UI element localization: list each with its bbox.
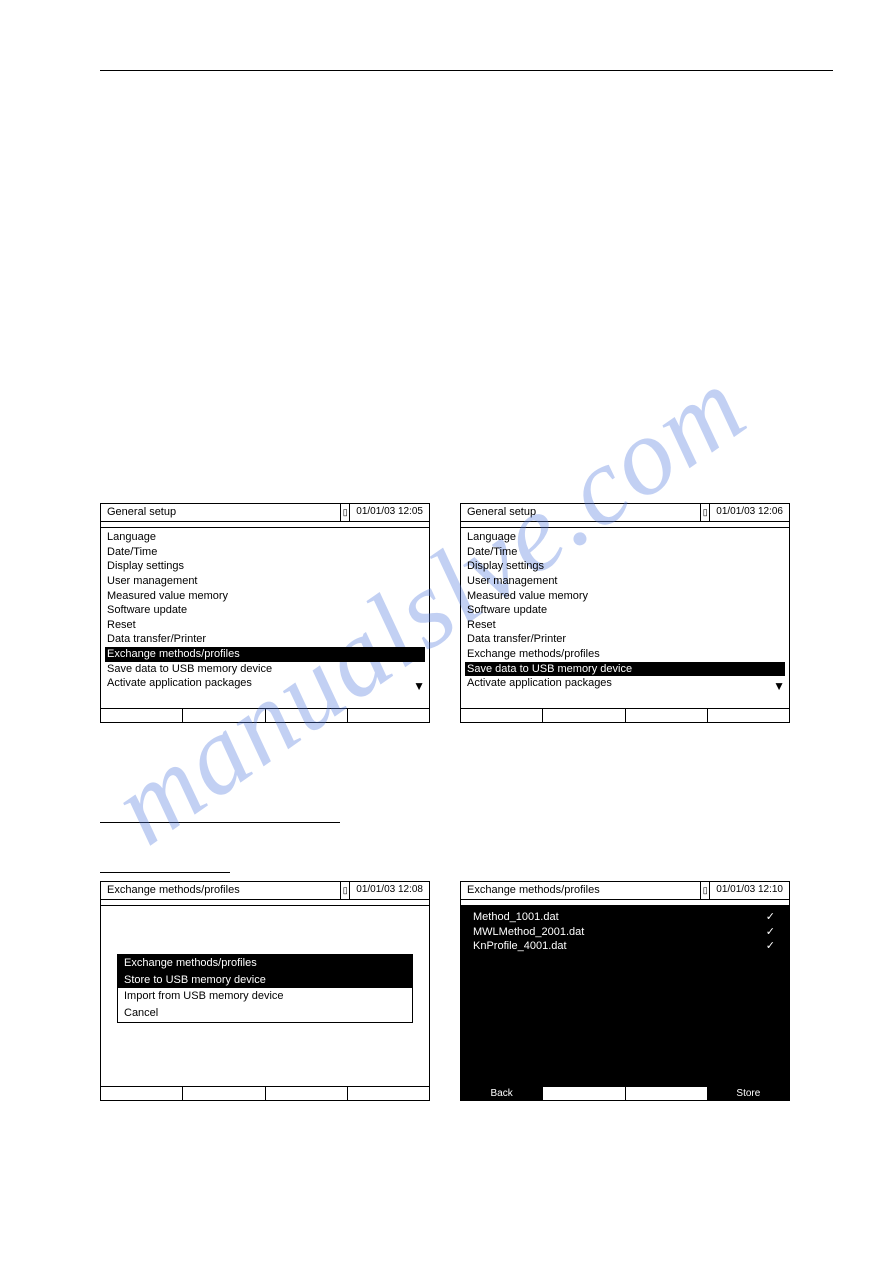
softkey[interactable]	[266, 709, 348, 722]
screen-title: Exchange methods/profiles	[461, 882, 700, 899]
softkey-back[interactable]: Back	[461, 1087, 543, 1100]
screen-title: Exchange methods/profiles	[101, 882, 340, 899]
softkey-bar: Back Store	[461, 1086, 789, 1100]
check-icon: ✓	[766, 940, 777, 953]
screen-datetime: 01/01/03 12:08	[350, 882, 429, 899]
popup-item-selected[interactable]: Store to USB memory device	[118, 972, 412, 989]
menu-item[interactable]: User management	[107, 574, 423, 589]
popup-dialog: Exchange methods/profiles Store to USB m…	[117, 954, 413, 1023]
softkey[interactable]	[348, 709, 429, 722]
file-name: KnProfile_4001.dat	[473, 940, 567, 953]
menu-item[interactable]: Date/Time	[467, 545, 783, 560]
softkey-store[interactable]: Store	[708, 1087, 789, 1100]
header-indicator: ▯	[700, 882, 710, 899]
file-name: Method_1001.dat	[473, 911, 559, 924]
popup-item[interactable]: Import from USB memory device	[118, 988, 412, 1005]
screen-datetime: 01/01/03 12:05	[350, 504, 429, 521]
scroll-down-icon: ▼	[773, 680, 785, 694]
softkey[interactable]	[626, 1087, 708, 1100]
top-divider	[100, 70, 833, 71]
softkey[interactable]	[183, 1087, 265, 1100]
softkey[interactable]	[461, 709, 543, 722]
softkey[interactable]	[543, 709, 625, 722]
screen-datetime: 01/01/03 12:06	[710, 504, 789, 521]
softkey-bar	[101, 708, 429, 722]
menu-item[interactable]: Software update	[107, 603, 423, 618]
screen-exchange-popup: Exchange methods/profiles ▯ 01/01/03 12:…	[100, 881, 430, 1101]
menu-item[interactable]: Exchange methods/profiles	[467, 647, 783, 662]
menu-item[interactable]: Reset	[107, 618, 423, 633]
softkey-bar	[101, 1086, 429, 1100]
softkey[interactable]	[266, 1087, 348, 1100]
header-indicator: ▯	[340, 882, 350, 899]
section-underline	[100, 803, 340, 823]
file-row[interactable]: KnProfile_4001.dat ✓	[473, 939, 777, 954]
file-row[interactable]: MWLMethod_2001.dat ✓	[473, 925, 777, 940]
screen-datetime: 01/01/03 12:10	[710, 882, 789, 899]
menu-item[interactable]: Display settings	[467, 559, 783, 574]
check-icon: ✓	[766, 911, 777, 924]
softkey[interactable]	[626, 709, 708, 722]
softkey[interactable]	[348, 1087, 429, 1100]
softkey[interactable]	[183, 709, 265, 722]
check-icon: ✓	[766, 926, 777, 939]
screenshot-row-1: General setup ▯ 01/01/03 12:05 Language …	[100, 503, 833, 723]
scroll-down-icon: ▼	[413, 680, 425, 694]
header-indicator: ▯	[340, 504, 350, 521]
menu-item[interactable]: Reset	[467, 618, 783, 633]
menu-item[interactable]: User management	[467, 574, 783, 589]
popup-item[interactable]: Cancel	[118, 1005, 412, 1022]
softkey[interactable]	[543, 1087, 625, 1100]
softkey[interactable]	[101, 709, 183, 722]
screen-title: General setup	[101, 504, 340, 521]
screen-general-setup-a: General setup ▯ 01/01/03 12:05 Language …	[100, 503, 430, 723]
menu-item-selected[interactable]: Save data to USB memory device	[465, 662, 785, 677]
screenshot-row-2: Exchange methods/profiles ▯ 01/01/03 12:…	[100, 881, 833, 1101]
section-underline	[100, 853, 230, 873]
menu-item[interactable]: Software update	[467, 603, 783, 618]
softkey-bar	[461, 708, 789, 722]
screen-exchange-filelist: Exchange methods/profiles ▯ 01/01/03 12:…	[460, 881, 790, 1101]
menu-item[interactable]: Save data to USB memory device	[107, 662, 423, 677]
file-row-selected[interactable]: Method_1001.dat ✓	[467, 910, 783, 925]
menu-item[interactable]: Measured value memory	[107, 589, 423, 604]
softkey[interactable]	[708, 709, 789, 722]
menu-item[interactable]: Activate application packages	[467, 676, 783, 691]
menu-item-selected[interactable]: Exchange methods/profiles	[105, 647, 425, 662]
file-name: MWLMethod_2001.dat	[473, 926, 584, 939]
screen-general-setup-b: General setup ▯ 01/01/03 12:06 Language …	[460, 503, 790, 723]
menu-item[interactable]: Language	[467, 530, 783, 545]
screen-title: General setup	[461, 504, 700, 521]
menu-item[interactable]: Display settings	[107, 559, 423, 574]
menu-item[interactable]: Data transfer/Printer	[107, 632, 423, 647]
menu-item[interactable]: Data transfer/Printer	[467, 632, 783, 647]
menu-item[interactable]: Activate application packages	[107, 676, 423, 691]
popup-title: Exchange methods/profiles	[118, 955, 412, 972]
header-indicator: ▯	[700, 504, 710, 521]
softkey[interactable]	[101, 1087, 183, 1100]
menu-item[interactable]: Date/Time	[107, 545, 423, 560]
menu-item[interactable]: Language	[107, 530, 423, 545]
menu-item[interactable]: Measured value memory	[467, 589, 783, 604]
